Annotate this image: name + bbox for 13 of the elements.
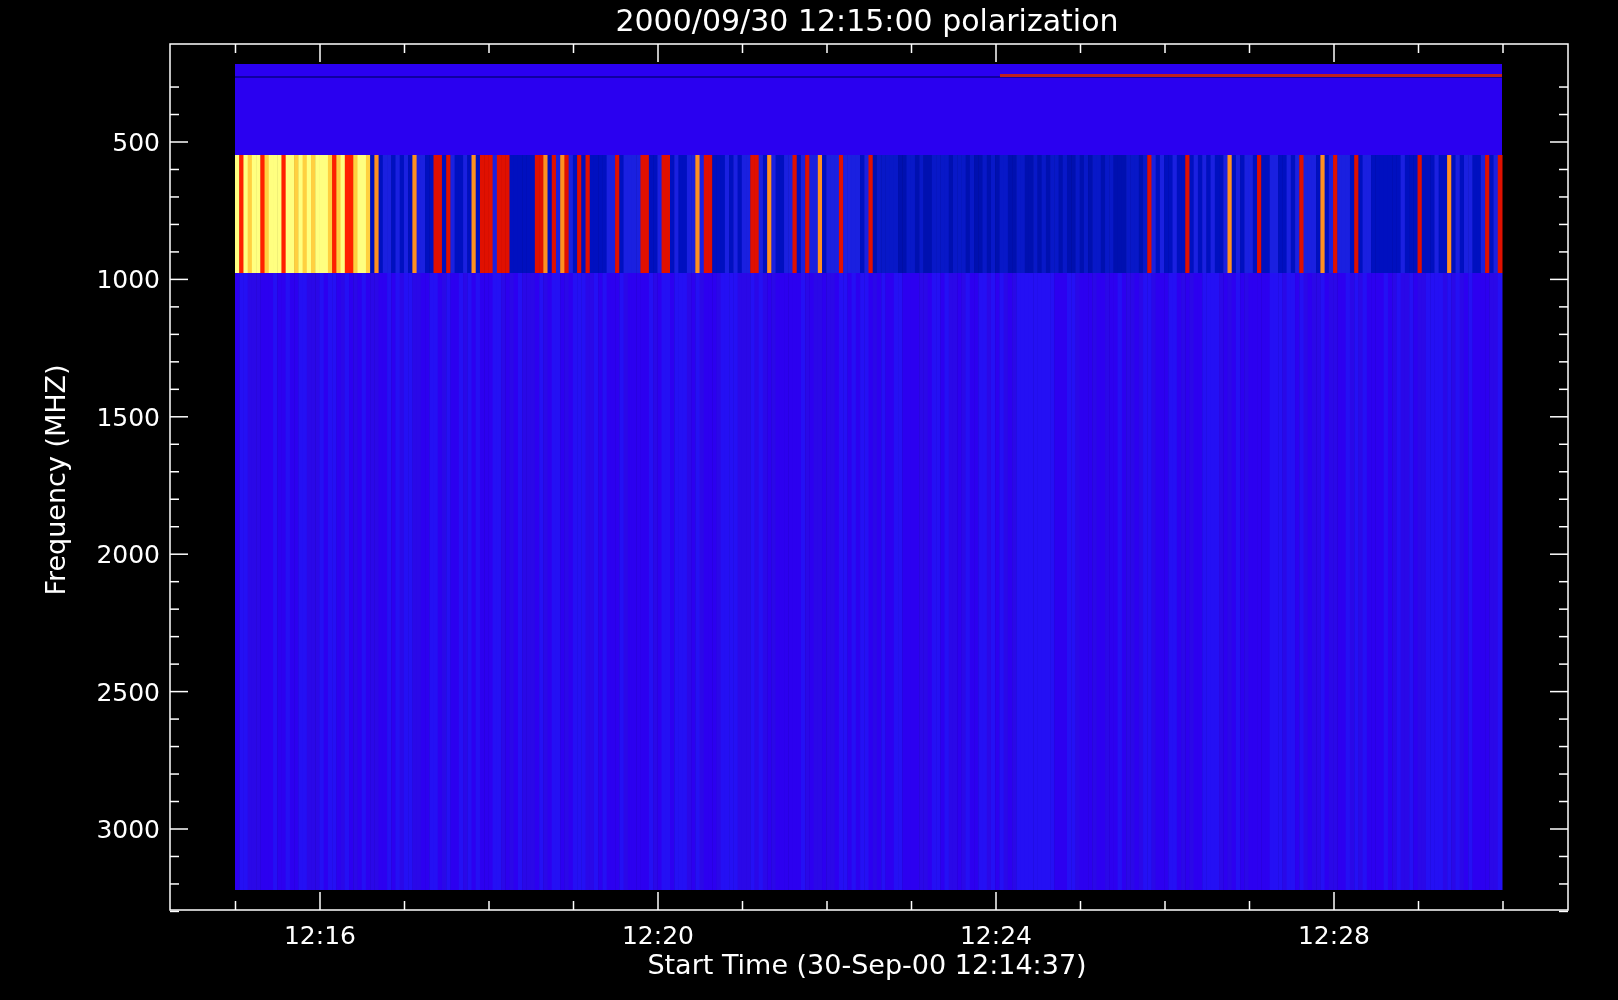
plot-title: 2000/09/30 12:15:00 polarization [615, 3, 1119, 38]
y-axis-label: Frequency (MHZ) [40, 364, 71, 596]
x-axis-label: Start Time (30-Sep-00 12:14:37) [647, 949, 1087, 980]
y-tick-label: 2500 [96, 677, 160, 707]
x-tick-label: 12:24 [960, 921, 1032, 950]
y-tick-label: 500 [112, 128, 160, 157]
x-tick-label: 12:20 [622, 921, 694, 950]
y-tick-label: 1000 [96, 265, 160, 295]
y-tick-label: 3000 [96, 815, 160, 844]
y-tick-label: 1500 [96, 402, 160, 432]
x-tick-label: 12:16 [284, 921, 356, 950]
x-tick-label: 12:28 [1298, 921, 1370, 950]
y-tick-label: 2000 [96, 540, 160, 570]
